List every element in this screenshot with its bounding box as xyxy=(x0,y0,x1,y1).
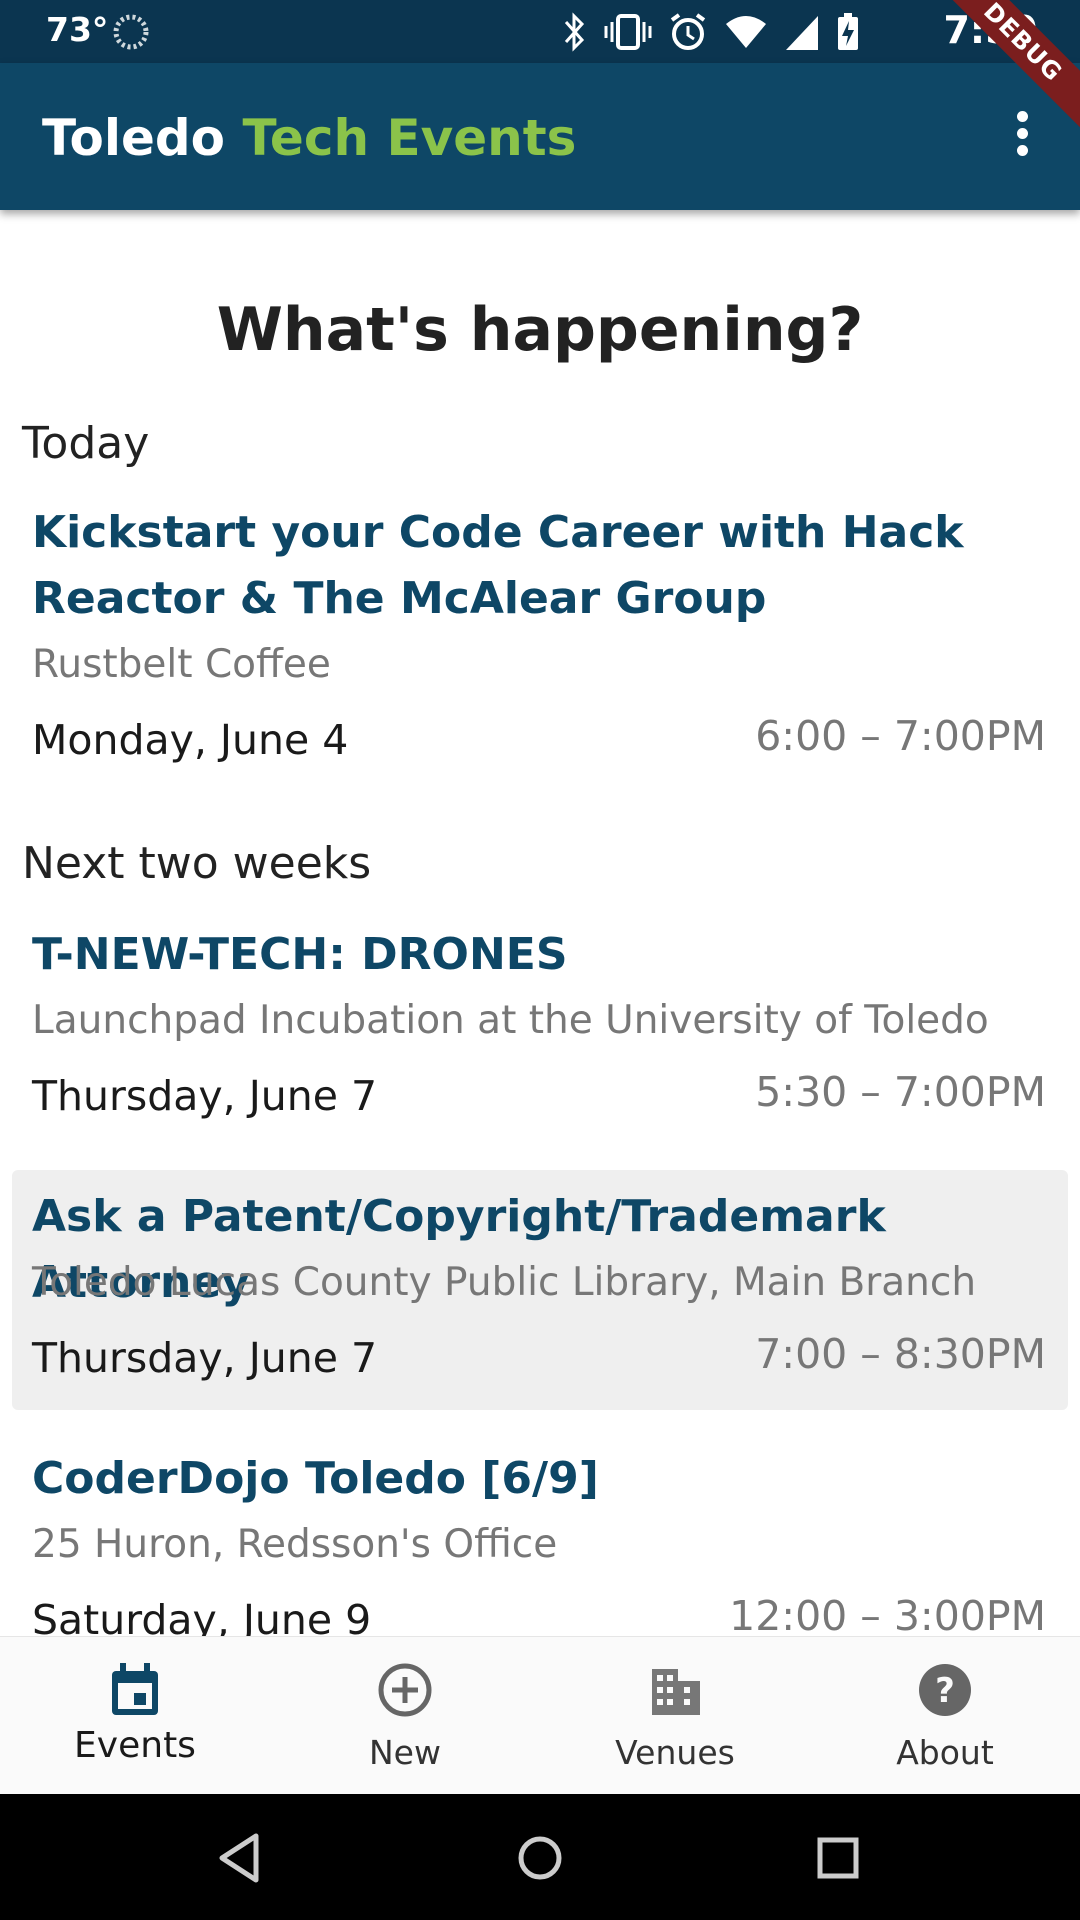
home-icon[interactable] xyxy=(510,1828,570,1888)
event-date: Monday, June 4 xyxy=(32,716,349,764)
event-date: Thursday, June 7 xyxy=(32,1072,378,1120)
event-title: Kickstart your Code Career with Hack Rea… xyxy=(32,507,964,624)
overflow-menu-button[interactable] xyxy=(992,105,1052,169)
section-label-next-two-weeks: Next two weeks xyxy=(22,838,372,889)
nav-item-events[interactable]: Events xyxy=(0,1637,270,1795)
nav-item-about[interactable]: ? About xyxy=(810,1637,1080,1795)
event-venue: 25 Huron, Redsson's Office xyxy=(32,1522,558,1567)
help-circle-icon: ? xyxy=(919,1664,971,1716)
nav-item-venues[interactable]: Venues xyxy=(540,1637,810,1795)
nav-label-new: New xyxy=(369,1733,441,1772)
event-venue: Rustbelt Coffee xyxy=(32,642,331,687)
event-title: T-NEW-TECH: DRONES xyxy=(32,929,568,980)
section-label-today: Today xyxy=(22,418,150,469)
status-bar: 73° 7:59 xyxy=(0,0,1080,63)
back-icon[interactable] xyxy=(212,1828,272,1888)
building-icon xyxy=(652,1669,700,1715)
page-title: What's happening? xyxy=(216,295,864,365)
more-vert-icon xyxy=(1016,111,1028,122)
bottom-navigation: Events New Venues ? About xyxy=(0,1636,1080,1795)
event-title: CoderDojo Toledo [6/9] xyxy=(32,1453,599,1504)
temperature-readout: 73° xyxy=(46,10,109,49)
app-title: Toledo Tech Events xyxy=(42,109,576,167)
cell-signal-icon xyxy=(786,16,818,50)
event-time: 7:00 – 8:30PM xyxy=(755,1330,1046,1378)
event-time: 12:00 – 3:00PM xyxy=(729,1592,1046,1636)
vibrate-icon xyxy=(604,14,652,50)
svg-text:?: ? xyxy=(935,1671,955,1711)
wifi-icon xyxy=(726,16,766,48)
nav-label-venues: Venues xyxy=(615,1733,735,1772)
event-venue: Toledo Lucas County Public Library, Main… xyxy=(32,1260,977,1305)
event-card-selected[interactable]: Ask a Patent/Copyright/Trademark Attorne… xyxy=(12,1170,1068,1410)
status-icons xyxy=(562,10,860,54)
alarm-icon xyxy=(670,13,706,50)
nav-label-about: About xyxy=(896,1733,994,1772)
event-time: 5:30 – 7:00PM xyxy=(755,1068,1046,1116)
event-date: Thursday, June 7 xyxy=(32,1334,378,1382)
nav-label-events: Events xyxy=(74,1725,196,1766)
recents-icon[interactable] xyxy=(808,1828,868,1888)
app-title-primary: Toledo xyxy=(42,109,226,167)
event-list[interactable]: What's happening? Today Kickstart your C… xyxy=(0,210,1080,1636)
event-venue: Launchpad Incubation at the University o… xyxy=(32,998,989,1043)
event-time: 6:00 – 7:00PM xyxy=(755,712,1046,760)
event-card[interactable]: CoderDojo Toledo [6/9] 25 Huron, Redsson… xyxy=(12,1432,1068,1636)
calendar-icon xyxy=(112,1663,158,1715)
system-navigation-bar xyxy=(0,1794,1080,1920)
app-title-accent: Tech Events xyxy=(242,109,577,167)
event-card[interactable]: T-NEW-TECH: DRONES Launchpad Incubation … xyxy=(12,922,1068,1162)
add-circle-icon xyxy=(378,1663,432,1717)
battery-charging-icon xyxy=(838,13,858,50)
event-date: Saturday, June 9 xyxy=(32,1596,372,1636)
loading-spinner-icon xyxy=(113,14,149,50)
app-bar: Toledo Tech Events xyxy=(0,63,1080,210)
bluetooth-icon xyxy=(564,12,585,52)
nav-item-new[interactable]: New xyxy=(270,1637,540,1795)
